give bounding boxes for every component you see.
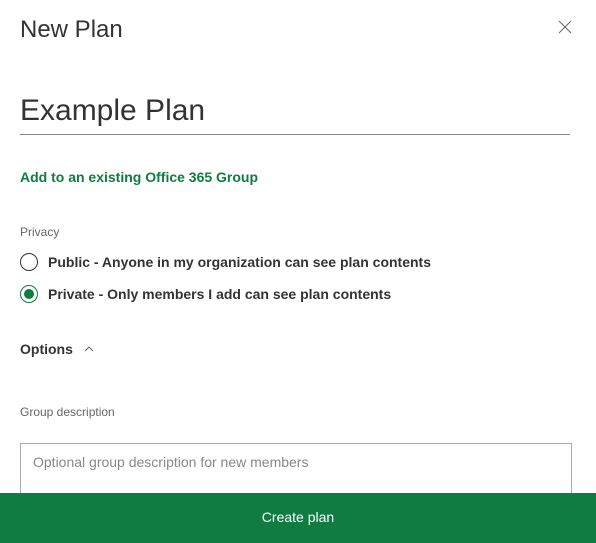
- chevron-up-icon: [83, 343, 95, 355]
- dialog-content: Add to an existing Office 365 Group Priv…: [0, 44, 596, 510]
- dialog-title: New Plan: [20, 16, 123, 44]
- privacy-public-option[interactable]: Public - Anyone in my organization can s…: [20, 253, 576, 271]
- plan-name-input[interactable]: [20, 86, 570, 135]
- radio-dot: [24, 289, 34, 299]
- add-existing-group-link[interactable]: Add to an existing Office 365 Group: [20, 169, 576, 185]
- radio-icon-selected: [20, 285, 38, 303]
- options-label: Options: [20, 341, 73, 357]
- dialog-header: New Plan: [0, 0, 596, 44]
- radio-icon: [20, 253, 38, 271]
- create-plan-button[interactable]: Create plan: [0, 509, 596, 525]
- dialog-footer: Create plan: [0, 493, 596, 543]
- privacy-section: Privacy Public - Anyone in my organizati…: [20, 225, 576, 303]
- privacy-label: Privacy: [20, 225, 576, 239]
- privacy-private-label: Private - Only members I add can see pla…: [48, 286, 391, 302]
- close-icon: [558, 20, 572, 34]
- group-description-label: Group description: [20, 405, 576, 419]
- privacy-radio-group: Public - Anyone in my organization can s…: [20, 253, 576, 303]
- options-toggle[interactable]: Options: [20, 341, 95, 357]
- privacy-private-option[interactable]: Private - Only members I add can see pla…: [20, 285, 576, 303]
- privacy-public-label: Public - Anyone in my organization can s…: [48, 254, 431, 270]
- close-button[interactable]: [554, 16, 576, 42]
